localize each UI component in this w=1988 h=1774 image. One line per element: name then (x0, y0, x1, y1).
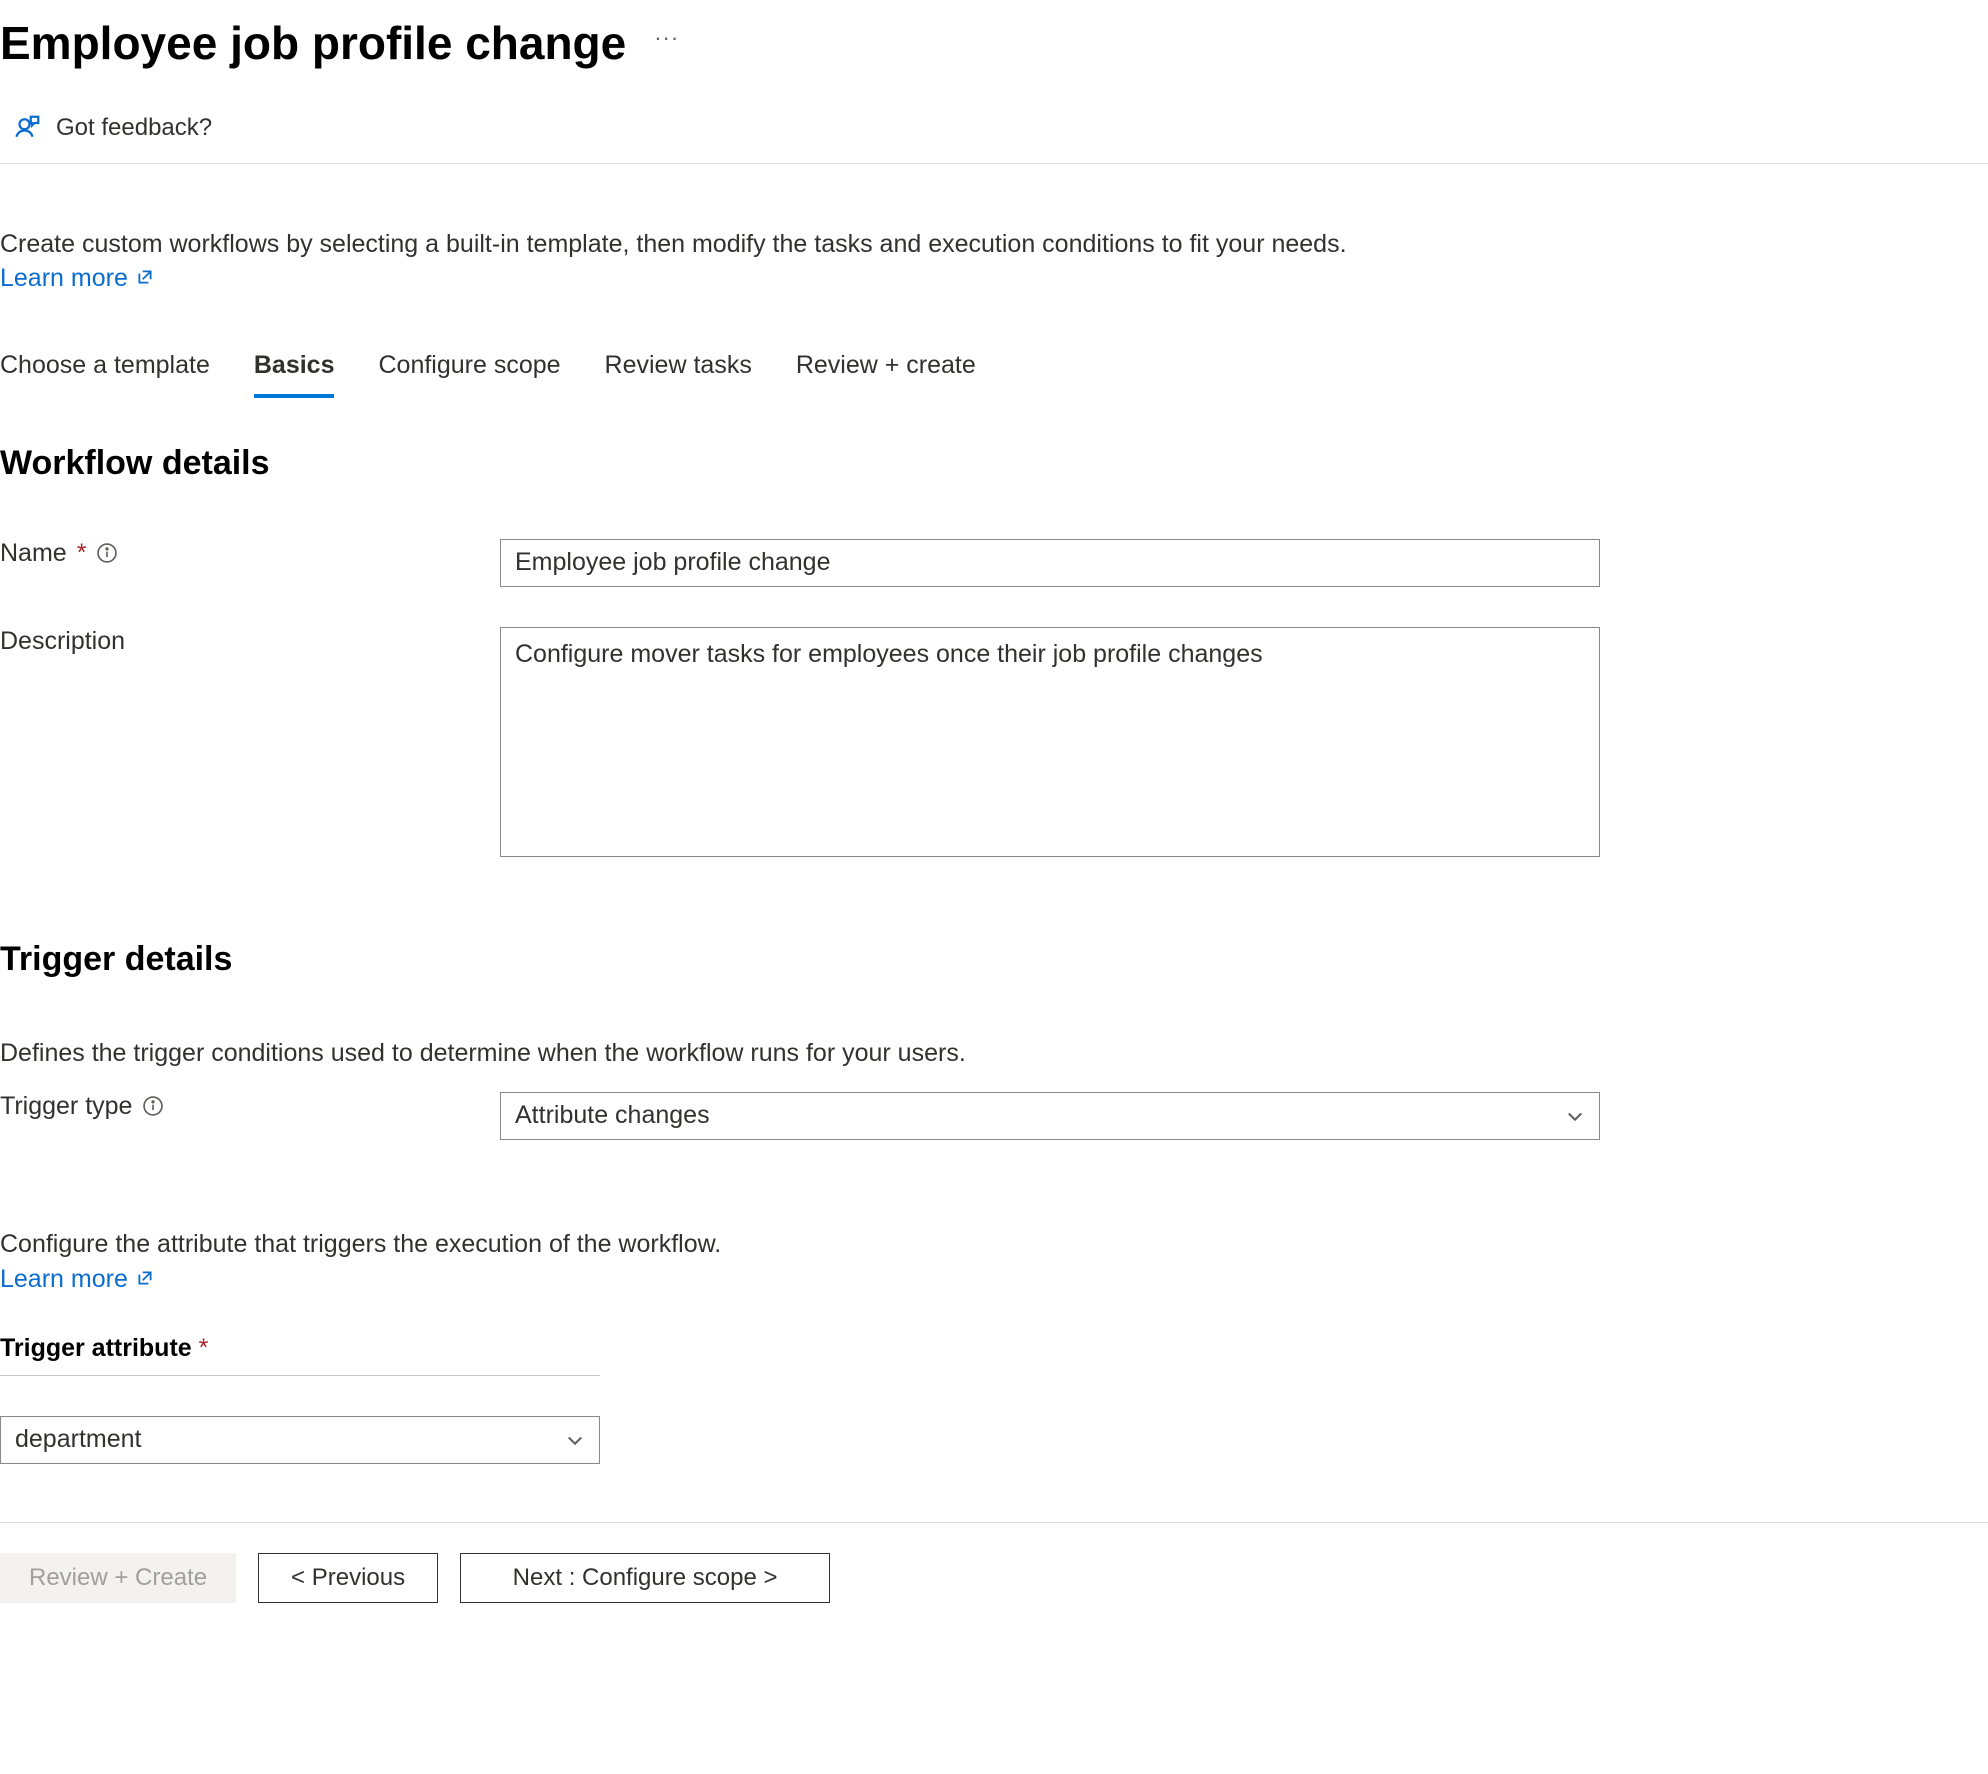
chevron-down-icon (565, 1430, 585, 1450)
name-input[interactable] (500, 539, 1600, 587)
name-label: Name (0, 539, 67, 568)
review-create-button: Review + Create (0, 1553, 236, 1603)
trigger-attribute-label: Trigger attribute * (0, 1334, 208, 1375)
page-title: Employee job profile change (0, 18, 626, 69)
trigger-attribute-select[interactable]: department (0, 1416, 600, 1464)
workflow-details-title: Workflow details (0, 444, 1988, 483)
external-link-icon (136, 1265, 154, 1294)
trigger-attribute-value: department (15, 1425, 141, 1454)
tabs: Choose a template Basics Configure scope… (0, 351, 1988, 398)
trigger-type-value: Attribute changes (515, 1101, 710, 1130)
feedback-button[interactable]: Got feedback? (0, 87, 1988, 164)
required-indicator: * (77, 539, 87, 568)
divider (0, 1375, 600, 1376)
info-icon[interactable] (96, 542, 118, 564)
trigger-learn-more-link[interactable]: Learn more (0, 1265, 154, 1294)
description-textarea[interactable] (500, 627, 1600, 857)
trigger-learn-more-label: Learn more (0, 1265, 128, 1294)
trigger-details-title: Trigger details (0, 940, 1988, 979)
tab-review-tasks[interactable]: Review tasks (605, 351, 752, 398)
info-icon[interactable] (142, 1095, 164, 1117)
tab-review-create[interactable]: Review + create (796, 351, 976, 398)
trigger-attribute-intro: Configure the attribute that triggers th… (0, 1230, 1988, 1259)
previous-button[interactable]: < Previous (258, 1553, 438, 1603)
description-label: Description (0, 627, 125, 656)
tab-configure-scope[interactable]: Configure scope (378, 351, 560, 398)
feedback-label: Got feedback? (56, 114, 212, 142)
learn-more-label: Learn more (0, 264, 128, 293)
external-link-icon (136, 264, 154, 293)
next-button[interactable]: Next : Configure scope > (460, 1553, 830, 1603)
chevron-down-icon (1565, 1106, 1585, 1126)
intro-text: Create custom workflows by selecting a b… (0, 224, 1988, 264)
required-indicator: * (199, 1334, 209, 1362)
trigger-description: Defines the trigger conditions used to d… (0, 1039, 1988, 1068)
tab-basics[interactable]: Basics (254, 351, 335, 398)
tab-choose-template[interactable]: Choose a template (0, 351, 210, 398)
trigger-type-label: Trigger type (0, 1092, 132, 1121)
more-icon[interactable]: ··· (654, 27, 679, 49)
feedback-icon (12, 113, 42, 143)
trigger-attribute-label-text: Trigger attribute (0, 1334, 192, 1362)
trigger-type-select[interactable]: Attribute changes (500, 1092, 1600, 1140)
learn-more-link[interactable]: Learn more (0, 264, 154, 293)
